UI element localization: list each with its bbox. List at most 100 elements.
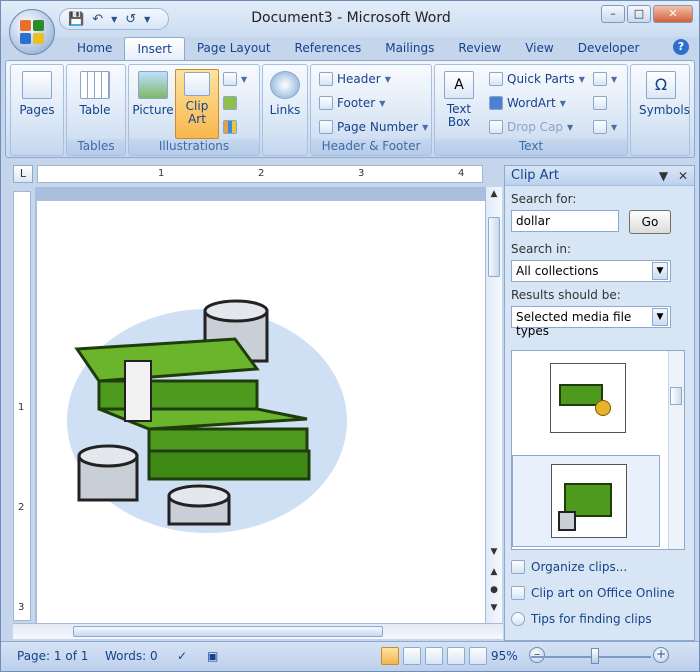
search-input[interactable] <box>511 210 619 232</box>
close-icon[interactable]: ✕ <box>678 169 688 183</box>
ruler-number: 2 <box>258 168 265 179</box>
page-count[interactable]: Page: 1 of 1 <box>17 646 88 666</box>
word-count[interactable]: Words: 0 <box>105 646 158 666</box>
header-button[interactable]: Header ▼ <box>319 69 391 89</box>
chevron-down-icon: ▼ <box>578 74 585 84</box>
insert-object-button[interactable]: ▼ <box>593 117 617 137</box>
zoom-level[interactable]: 95% <box>491 646 518 666</box>
drop-cap-icon <box>489 120 503 134</box>
signature-line-button[interactable]: ▼ <box>593 69 617 89</box>
proofing-icon[interactable]: ✓ <box>177 646 187 666</box>
table-button[interactable]: Table <box>73 69 117 117</box>
shapes-icon <box>223 72 237 86</box>
vertical-scrollbar[interactable]: ▲ ▼ ▲ ● ▼ <box>485 187 502 623</box>
scroll-up-icon[interactable]: ▲ <box>488 189 500 203</box>
tab-home[interactable]: Home <box>65 37 124 61</box>
previous-page-icon[interactable]: ▲ <box>488 567 500 581</box>
chevron-down-icon[interactable]: ▼ <box>652 308 668 326</box>
vertical-scroll-thumb[interactable] <box>488 217 500 277</box>
chevron-down-icon[interactable]: ▼ <box>652 262 668 280</box>
go-button[interactable]: Go <box>629 210 671 234</box>
web-layout-icon[interactable] <box>425 647 443 665</box>
pane-header: Clip Art ▼ ✕ <box>505 166 694 186</box>
clip-result-thumbnail[interactable] <box>550 363 626 433</box>
chart-button[interactable] <box>223 117 237 137</box>
symbols-button[interactable]: Ω Symbols <box>639 69 690 117</box>
document-page[interactable] <box>37 201 485 623</box>
outline-icon[interactable] <box>447 647 465 665</box>
results-scroll-thumb[interactable] <box>670 387 682 405</box>
ruler-number: 3 <box>18 602 25 613</box>
date-time-icon <box>593 96 607 110</box>
quick-parts-icon <box>489 72 503 86</box>
media-type-value: Selected media file types <box>516 310 632 338</box>
zoom-in-icon[interactable]: + <box>653 647 669 663</box>
thumb-coins <box>558 511 576 531</box>
tab-selector-button[interactable]: L <box>13 165 33 183</box>
smartart-button[interactable] <box>223 93 237 113</box>
help-circle-icon <box>511 612 525 626</box>
tab-insert[interactable]: Insert <box>124 37 185 61</box>
organize-clips-link[interactable]: Organize clips... <box>511 560 627 574</box>
tab-references[interactable]: References <box>283 37 374 61</box>
scroll-down-icon[interactable]: ▼ <box>488 547 500 561</box>
links-button[interactable]: Links <box>263 69 307 117</box>
drop-cap-button[interactable]: Drop Cap ▼ <box>489 117 573 137</box>
quick-parts-label: Quick Parts <box>507 72 575 86</box>
picture-button[interactable]: Picture <box>131 69 175 117</box>
signature-line-icon <box>593 72 607 86</box>
close-button[interactable]: ✕ <box>653 5 693 23</box>
tab-review[interactable]: Review <box>446 37 513 61</box>
tab-view[interactable]: View <box>513 37 565 61</box>
print-layout-icon[interactable] <box>381 647 399 665</box>
clip-art-online-link[interactable]: Clip art on Office Online <box>511 586 675 600</box>
results-scrollbar[interactable] <box>668 351 684 549</box>
next-page-icon[interactable]: ▼ <box>488 603 500 617</box>
smartart-icon <box>223 96 237 110</box>
select-browse-object-icon[interactable]: ● <box>488 585 500 599</box>
zoom-slider-handle[interactable] <box>591 648 599 664</box>
horizontal-ruler[interactable]: 1 2 3 4 <box>37 165 483 183</box>
group-links: Links <box>262 64 308 156</box>
picture-label: Picture <box>132 103 174 117</box>
macro-record-icon[interactable]: ▣ <box>207 646 218 666</box>
quick-parts-button[interactable]: Quick Parts ▼ <box>489 69 585 89</box>
money-clip-art-image[interactable] <box>57 291 357 551</box>
footer-button[interactable]: Footer ▼ <box>319 93 385 113</box>
office-button[interactable] <box>9 9 55 55</box>
clip-result-thumbnail-selected[interactable] <box>551 464 627 538</box>
horizontal-scrollbar[interactable] <box>13 623 503 639</box>
full-screen-reading-icon[interactable] <box>403 647 421 665</box>
word-window: 💾 ↶ ▼ ↺ ▼ Document3 - Microsoft Word – □… <box>0 0 700 672</box>
shapes-button[interactable]: ▼ <box>223 69 247 89</box>
table-icon <box>80 71 110 99</box>
pages-button[interactable]: Pages <box>15 69 59 117</box>
page-number-button[interactable]: Page Number ▼ <box>319 117 428 137</box>
maximize-button[interactable]: □ <box>627 5 651 23</box>
draft-icon[interactable] <box>469 647 487 665</box>
date-time-button[interactable] <box>593 93 607 113</box>
zoom-out-icon[interactable]: – <box>529 647 545 663</box>
chevron-down-icon: ▼ <box>559 98 566 108</box>
window-controls: – □ ✕ <box>601 5 693 23</box>
pane-title: Clip Art <box>511 168 560 183</box>
selected-clip-frame[interactable] <box>512 455 660 547</box>
tab-developer[interactable]: Developer <box>566 37 652 61</box>
tab-page-layout[interactable]: Page Layout <box>185 37 283 61</box>
search-in-select[interactable]: All collections ▼ <box>511 260 671 282</box>
vertical-ruler[interactable]: 1 2 3 <box>13 191 31 621</box>
wordart-button[interactable]: WordArt ▼ <box>489 93 566 113</box>
text-box-button[interactable]: A Text Box <box>437 69 481 129</box>
minimize-button[interactable]: – <box>601 5 625 23</box>
tips-link[interactable]: Tips for finding clips <box>511 612 652 626</box>
drop-cap-label: Drop Cap <box>507 120 564 134</box>
results-list[interactable] <box>511 350 685 550</box>
pane-menu-icon[interactable]: ▼ <box>659 169 668 183</box>
clip-art-icon <box>184 72 210 96</box>
ribbon-tabs: Home Insert Page Layout References Maili… <box>65 37 651 61</box>
help-icon[interactable]: ? <box>673 39 689 55</box>
media-type-select[interactable]: Selected media file types ▼ <box>511 306 671 338</box>
clip-art-button[interactable]: Clip Art <box>175 69 219 139</box>
tab-mailings[interactable]: Mailings <box>373 37 446 61</box>
horizontal-scroll-thumb[interactable] <box>73 626 383 637</box>
